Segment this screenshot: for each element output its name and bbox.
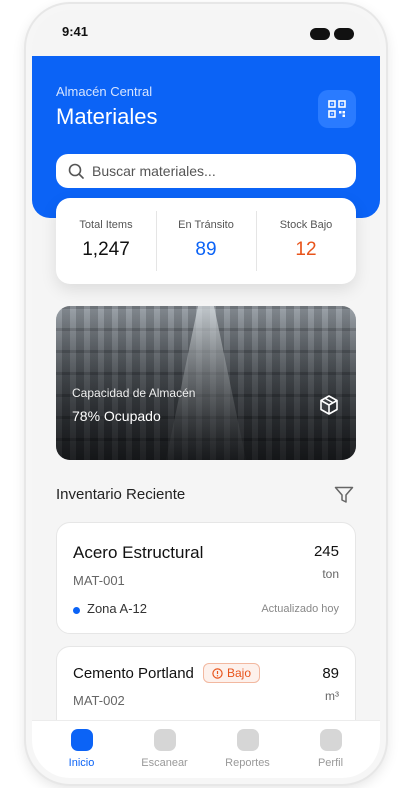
stat-value: 12 (295, 239, 317, 260)
item-code: MAT-001 (73, 573, 125, 588)
qr-scan-button[interactable] (318, 90, 356, 128)
item-name: Cemento Portland (73, 665, 194, 682)
filter-icon[interactable] (334, 486, 354, 504)
search-icon (68, 163, 84, 179)
item-unit: ton (322, 567, 339, 581)
nav-item-reportes[interactable]: Reportes (213, 721, 283, 778)
stats-card: Total Items 1,247 En Tránsito 89 Stock B… (56, 198, 356, 284)
page-title: Materiales (56, 104, 158, 129)
header: Almacén Central Materiales (32, 56, 380, 218)
nav-label: Reportes (225, 757, 270, 769)
section-title: Inventario Reciente (56, 486, 186, 503)
item-updated: Actualizado hoy (261, 603, 339, 615)
capacity-label: Capacidad de Almacén (72, 386, 196, 400)
reports-icon (236, 729, 259, 751)
box-icon (320, 395, 338, 415)
stat-value: 1,247 (82, 239, 130, 260)
stat-low-stock: Stock Bajo 12 (256, 211, 356, 271)
item-unit: m³ (325, 689, 339, 703)
item-code: MAT-002 (73, 693, 125, 708)
warehouse-name: Almacén Central (56, 84, 153, 99)
status-bar: 9:41 (32, 10, 380, 58)
phone-frame: 9:41 Almacén Central Materiales Buscar m… (26, 4, 386, 784)
stat-label: Total Items (79, 219, 133, 231)
nav-label: Inicio (68, 757, 95, 769)
search-input[interactable] (92, 163, 342, 179)
nav-label: Perfil (317, 757, 344, 769)
stat-label: Stock Bajo (279, 219, 333, 231)
app-screen: 9:41 Almacén Central Materiales Buscar m… (32, 10, 380, 778)
nav-item-perfil[interactable]: Perfil (296, 721, 366, 778)
alert-icon (212, 667, 223, 679)
qr-code-icon (328, 100, 346, 118)
scan-icon (153, 729, 176, 751)
nav-label: Escanear (141, 757, 188, 769)
search-bar[interactable] (56, 154, 356, 188)
warehouse-capacity-banner[interactable]: Capacidad de Almacén 78% Ocupado (56, 306, 356, 460)
stat-total-items: Total Items 1,247 (56, 211, 156, 271)
item-quantity: 245 (313, 543, 339, 560)
banner-overlay (56, 306, 356, 460)
bottom-navigation: Inicio Escanear Reportes Perfil (32, 720, 380, 778)
low-stock-badge: Bajo (203, 663, 261, 683)
profile-icon (319, 729, 342, 751)
signal-indicator-icon (310, 28, 330, 40)
nav-item-escanear[interactable]: Escanear (130, 721, 200, 778)
item-zone: Zona A-12 (87, 601, 147, 616)
stat-value: 89 (195, 239, 217, 260)
zone-dot-icon (73, 607, 80, 614)
capacity-value: 78% Ocupado (72, 408, 161, 424)
badge-label: Bajo (227, 666, 252, 680)
inventory-item-card[interactable]: Acero Estructural 245 MAT-001 ton Zona A… (56, 522, 356, 634)
status-time: 9:41 (62, 24, 89, 39)
home-icon (70, 729, 93, 751)
stat-label: En Tránsito (178, 219, 234, 231)
status-indicators (310, 28, 354, 40)
item-name: Acero Estructural (73, 543, 204, 562)
battery-indicator-icon (334, 28, 354, 40)
nav-item-inicio[interactable]: Inicio (47, 721, 117, 778)
item-quantity: 89 (322, 665, 339, 682)
stat-in-transit: En Tránsito 89 (156, 211, 256, 271)
